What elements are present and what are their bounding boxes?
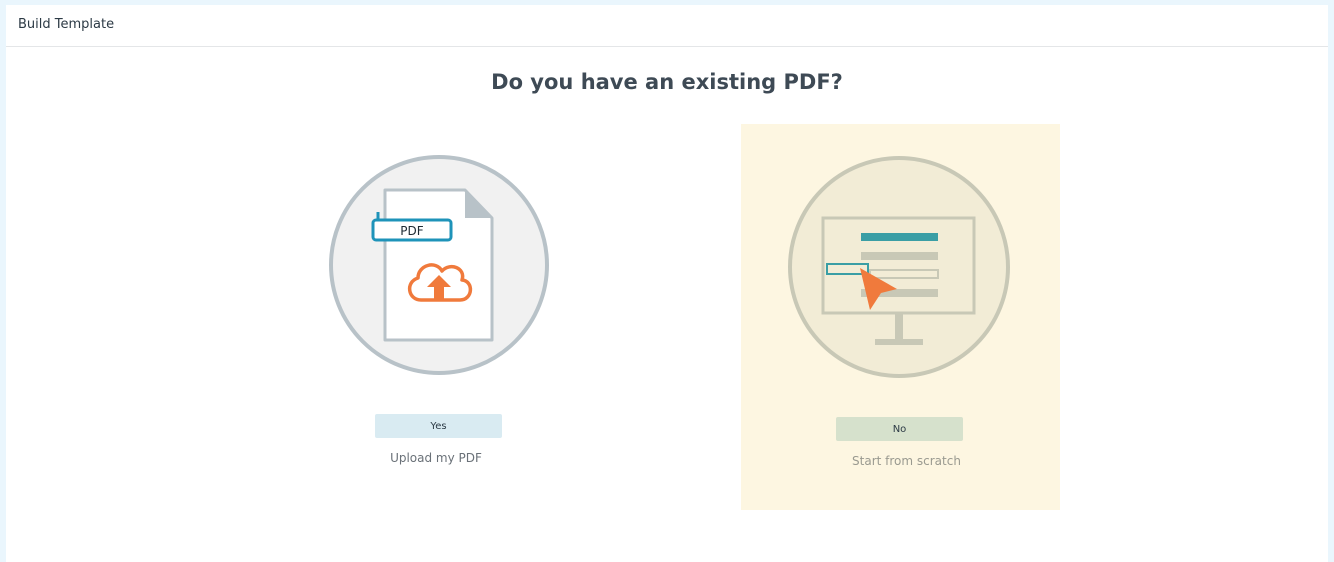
yes-button[interactable]: Yes: [375, 414, 502, 438]
option-yes-card[interactable]: PDF Yes Upload my PDF: [306, 124, 572, 510]
option-no-card[interactable]: No Start from scratch: [741, 124, 1060, 510]
page-title: Build Template: [18, 17, 115, 32]
main-window: Build Template Do you have an existing P…: [6, 5, 1328, 562]
pdf-upload-icon: PDF: [329, 155, 549, 375]
no-button[interactable]: No: [836, 417, 963, 441]
monitor-form-icon: [788, 156, 1010, 378]
upload-pdf-caption: Upload my PDF: [390, 451, 482, 465]
start-scratch-caption: Start from scratch: [852, 454, 961, 468]
question-heading: Do you have an existing PDF?: [491, 70, 843, 94]
header-bar: Build Template: [6, 5, 1328, 47]
pdf-label: PDF: [400, 224, 423, 238]
